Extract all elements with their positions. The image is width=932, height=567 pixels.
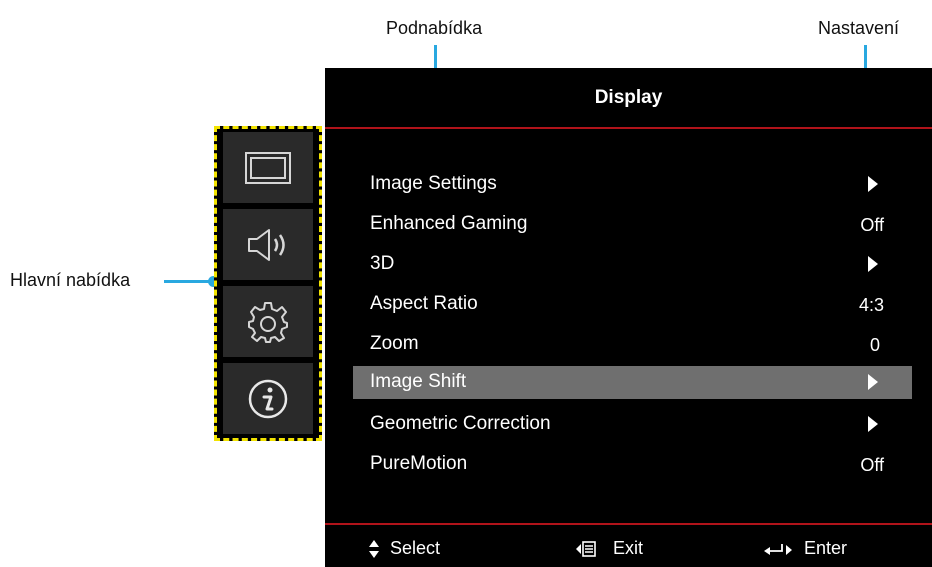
main-menu-icon-column <box>214 126 322 441</box>
sidebar-item-info[interactable] <box>223 363 313 434</box>
footer-divider <box>325 523 932 525</box>
menu-item-label: Image Settings <box>370 173 497 194</box>
up-down-arrows-icon <box>369 539 379 558</box>
display-icon <box>245 151 291 184</box>
menu-item-puremotion[interactable]: PureMotion Off <box>353 448 912 481</box>
menu-item-label: Zoom <box>370 333 419 354</box>
menu-item-label: Image Shift <box>370 371 467 392</box>
menu-item-label: PureMotion <box>370 453 468 474</box>
menu-item-image-shift[interactable]: Image Shift <box>353 366 912 399</box>
menu-item-aspect-ratio[interactable]: Aspect Ratio 4:3 <box>353 288 912 321</box>
setting-value: Off <box>860 215 884 235</box>
info-icon <box>248 379 288 418</box>
hint-select-label: Select <box>390 538 441 558</box>
hint-select: Select <box>368 538 440 559</box>
menu-item-label: Aspect Ratio <box>370 293 478 314</box>
menu-item-zoom[interactable]: Zoom 0 <box>353 328 912 361</box>
hint-exit-label: Exit <box>613 538 644 558</box>
main-menu-leader-line <box>164 280 214 283</box>
setup-icon <box>248 301 288 343</box>
menu-item-geometric-correction[interactable]: Geometric Correction <box>353 408 912 441</box>
menu-item-label: Enhanced Gaming <box>370 213 528 234</box>
submenu-arrow-icon <box>868 374 878 390</box>
sidebar-item-setup[interactable] <box>223 286 313 357</box>
osd-title: Display <box>594 87 663 108</box>
hint-enter: Enter <box>762 538 847 559</box>
sidebar-item-display[interactable] <box>223 132 313 203</box>
menu-item-enhanced-gaming[interactable]: Enhanced Gaming Off <box>353 208 912 241</box>
menu-item-label: Geometric Correction <box>370 413 551 434</box>
settings-callout: Nastavení <box>818 18 900 38</box>
hint-enter-label: Enter <box>804 538 848 558</box>
footer-hints: Select Exit Enter <box>325 535 932 567</box>
setting-value: 0 <box>869 335 880 355</box>
submenu-arrow-icon <box>868 176 878 192</box>
submenu-arrow-icon <box>868 256 878 272</box>
setting-value: 4:3 <box>858 295 884 315</box>
submenu-arrow-icon <box>868 416 878 432</box>
submenu-callout: Podnabídka <box>386 18 483 38</box>
menu-item-label: 3D <box>370 253 395 274</box>
setting-value: Off <box>860 455 884 475</box>
menu-item-image-settings[interactable]: Image Settings <box>353 168 912 201</box>
menu-back-icon <box>576 540 596 557</box>
display-osd-panel: Display Image Settings Enhanced Gaming O… <box>325 68 932 567</box>
audio-icon <box>248 228 285 261</box>
menu-item-3d[interactable]: 3D <box>353 248 912 281</box>
title-divider <box>325 127 932 129</box>
enter-arrow-icon <box>764 543 792 555</box>
main-menu-callout: Hlavní nabídka <box>10 270 131 290</box>
sidebar-item-audio[interactable] <box>223 209 313 280</box>
hint-exit: Exit <box>575 538 643 559</box>
